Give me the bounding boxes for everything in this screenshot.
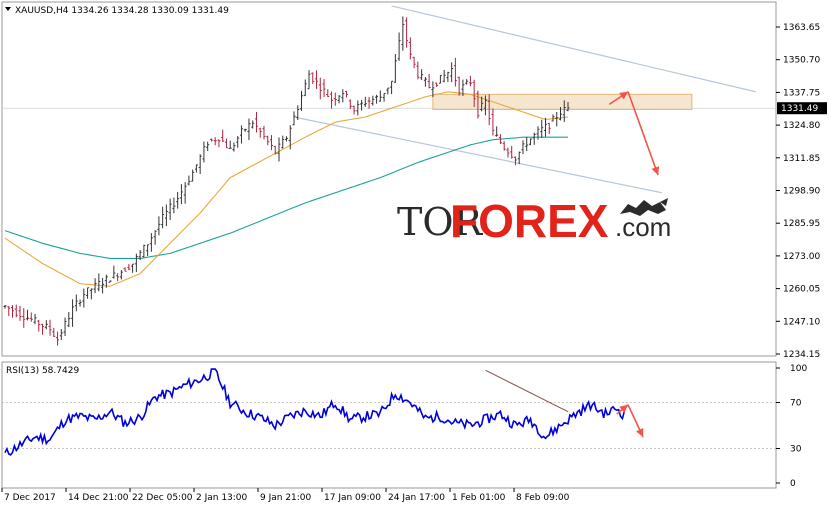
time-tick-label: 24 Jan 17:00	[388, 493, 445, 503]
rsi-panel	[1, 361, 777, 489]
symbol-ohlc-label: XAUUSD,H4 1334.26 1334.28 1330.09 1331.4…	[15, 6, 229, 16]
rsi-axis: 100 70 30 0	[776, 364, 807, 489]
price-tick-label: 1350.70	[783, 56, 820, 66]
price-tick-label: 1311.85	[783, 154, 820, 164]
time-tick-label: 2 Jan 13:00	[196, 493, 248, 503]
price-tick-label: 1298.90	[783, 187, 820, 197]
price-tick-label: 1273.00	[783, 252, 820, 262]
time-tick-label: 7 Dec 2017	[4, 493, 56, 503]
time-tick-label: 17 Jan 09:00	[324, 493, 381, 503]
chart-header: XAUUSD,H4 1334.26 1334.28 1330.09 1331.4…	[5, 6, 229, 16]
resistance-zone	[432, 93, 693, 110]
rsi-label: RSI(13) 58.7429	[6, 366, 79, 376]
rsi-tick-label: 0	[790, 479, 796, 489]
rsi-tick-label: 30	[790, 445, 802, 455]
price-tick-label: 1234.15	[783, 350, 820, 360]
price-panel	[1, 1, 777, 357]
time-tick-label: 9 Jan 21:00	[260, 493, 312, 503]
resistance-zone-box	[432, 93, 693, 110]
svg-text:.com: .com	[615, 212, 671, 242]
rsi-tick-label: 70	[790, 399, 802, 409]
price-tick-label: 1247.10	[783, 317, 820, 327]
rsi-tick-label: 100	[790, 364, 807, 374]
price-tick-label: 1337.75	[783, 88, 820, 98]
current-price-tag: 1331.49	[777, 102, 827, 115]
svg-text:FOREX: FOREX	[450, 195, 609, 247]
time-tick-label: 1 Feb 01:00	[452, 493, 506, 503]
price-tick-label: 1285.95	[783, 219, 820, 229]
time-tick-label: 14 Dec 21:00	[68, 493, 129, 503]
price-tick-label: 1324.80	[783, 121, 820, 131]
price-tick-label: 1260.05	[783, 285, 820, 295]
price-axis: 1363.65 1350.70 1337.75 1324.80 1311.85 1298.…	[776, 23, 820, 360]
price-tick-label: 1363.65	[783, 23, 820, 33]
chart-area: TOR FOREX .com XAUUSD,H4 1334.26 1334.28…	[1, 1, 827, 503]
current-price-label: 1331.49	[781, 104, 818, 114]
time-axis: 7 Dec 2017 14 Dec 21:00 22 Dec 05:00 2 Jan …	[1, 488, 570, 503]
time-tick-label: 8 Feb 09:00	[516, 493, 570, 503]
time-tick-label: 22 Dec 05:00	[132, 493, 193, 503]
